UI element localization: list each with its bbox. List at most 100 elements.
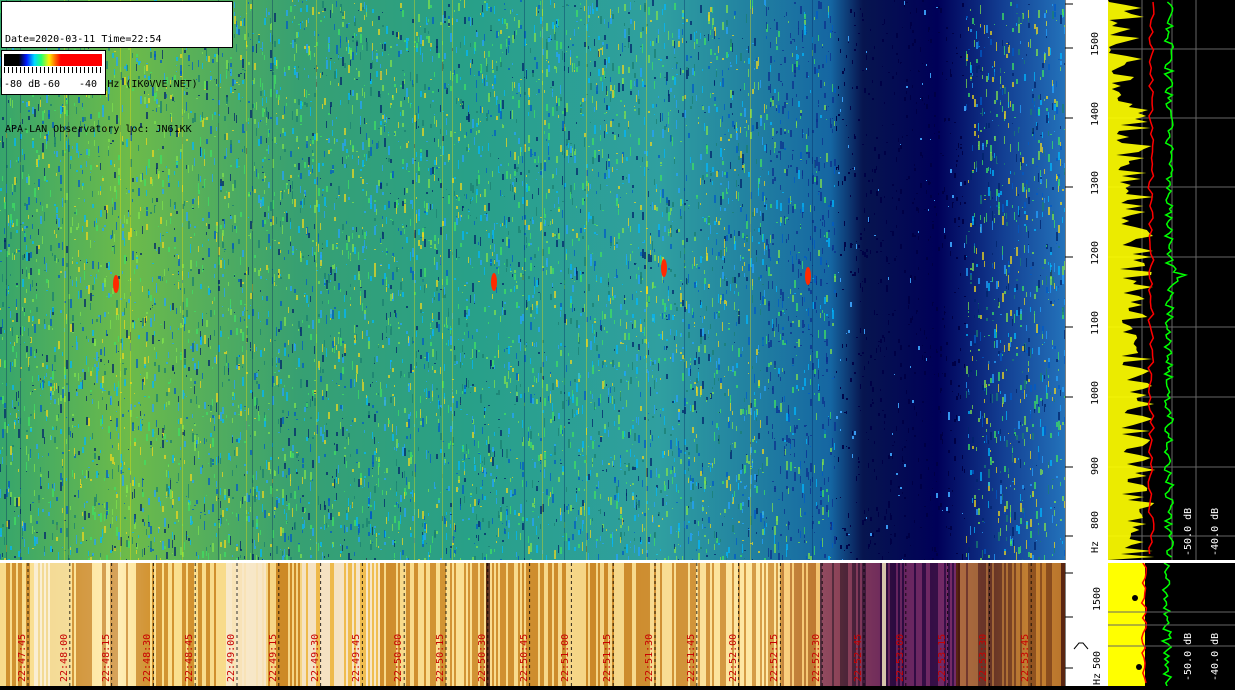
spectrogram-pixel <box>12 327 13 336</box>
spectrogram-pixel <box>178 328 179 330</box>
spectrogram-pixel <box>488 233 490 238</box>
spectrogram-pixel <box>438 178 439 181</box>
spectrogram-pixel <box>404 204 406 213</box>
spectrogram-pixel <box>388 118 390 119</box>
spectrogram-pixel <box>310 399 311 407</box>
spectrogram-pixel <box>454 553 455 557</box>
spectrogram-pixel <box>90 176 91 181</box>
spectrogram-pixel <box>280 277 282 279</box>
spectrogram-pixel <box>396 347 397 353</box>
spectrogram-pixel <box>236 357 238 366</box>
spectrogram-pixel <box>10 362 11 369</box>
spectrogram-pixel <box>224 251 225 252</box>
spectrogram-pixel <box>402 278 403 281</box>
spectrogram-pixel <box>202 465 203 468</box>
spectrogram-pixel <box>504 263 505 265</box>
spectrogram-pixel <box>428 489 429 492</box>
spectrogram-pixel <box>364 211 366 213</box>
spectrogram-pixel <box>54 255 56 261</box>
spectrogram-pixel <box>500 512 502 521</box>
spectrogram-pixel <box>280 418 282 427</box>
spectrogram-pixel <box>50 245 52 251</box>
spectrogram-pixel <box>410 364 412 373</box>
spectrogram-pixel <box>282 115 284 119</box>
spectrogram-pixel <box>332 380 333 381</box>
spectrogram-pixel <box>546 139 547 141</box>
spectrogram-pixel <box>248 408 249 415</box>
main-spectrogram[interactable]: Date=2020-03-11 Time=22:54 Freq= 760...1… <box>0 0 1065 560</box>
spectrogram-pixel <box>244 556 245 559</box>
spectrogram-pixel <box>194 424 196 426</box>
spectrogram-pixel <box>348 498 349 506</box>
spectrogram-pixel <box>60 528 62 533</box>
spectrogram-pixel <box>482 354 484 358</box>
spectrogram-pixel <box>502 449 503 457</box>
spectrogram-pixel <box>108 474 109 477</box>
spectrogram-pixel <box>34 464 35 472</box>
spectrogram-pixel <box>270 117 272 119</box>
spectrogram-pixel <box>550 35 551 41</box>
spectrogram-pixel <box>52 364 53 371</box>
spectrogram-pixel <box>484 496 486 500</box>
spectrogram-pixel <box>24 308 25 312</box>
spectrogram-pixel <box>382 299 384 306</box>
spectrogram-pixel <box>358 527 359 528</box>
spectrogram-pixel <box>438 293 440 301</box>
spectrogram-pixel <box>478 251 480 258</box>
spectrogram-pixel <box>154 331 155 336</box>
spectrogram-pixel <box>216 393 218 402</box>
spectrogram-pixel <box>300 554 302 558</box>
spectrogram-pixel <box>276 546 278 554</box>
spectrogram-vertical-line <box>542 0 543 560</box>
spectrogram-pixel <box>342 57 344 66</box>
spectrogram-pixel <box>522 517 524 521</box>
spectrogram-pixel <box>314 31 315 36</box>
spectrogram-pixel <box>166 492 167 498</box>
spectrogram-pixel <box>388 284 389 288</box>
spectrogram-pixel <box>250 450 252 455</box>
spectrogram-pixel <box>540 454 542 460</box>
spectrogram-pixel <box>400 371 402 376</box>
spectrogram-pixel <box>400 507 401 512</box>
spectrogram-pixel <box>340 373 342 380</box>
spectrogram-pixel <box>184 288 185 294</box>
spectrogram-pixel <box>28 197 30 205</box>
spectrogram-pixel <box>280 250 281 253</box>
spectrogram-pixel <box>488 306 490 307</box>
spectrogram-pixel <box>350 60 351 66</box>
spectrogram-pixel <box>516 281 517 283</box>
spectrogram-pixel <box>146 210 148 211</box>
spectrogram-pixel <box>508 38 510 45</box>
spectrogram-pixel <box>402 81 404 89</box>
spectrogram-pixel <box>132 178 134 182</box>
spectrogram-pixel <box>302 320 303 323</box>
spectrogram-pixel <box>0 535 2 537</box>
spectrogram-pixel <box>516 385 517 391</box>
spectrogram-pixel <box>366 246 367 249</box>
spectrogram-pixel <box>426 524 427 533</box>
spectrogram-pixel <box>352 145 354 149</box>
spectrogram-pixel <box>356 227 357 232</box>
spectrogram-pixel <box>450 250 451 251</box>
spectrogram-pixel <box>26 226 28 228</box>
spectrogram-pixel <box>228 259 229 265</box>
spectrogram-pixel <box>478 175 480 184</box>
spectrogram-pixel <box>420 47 421 55</box>
spectrogram-pixel <box>378 466 379 475</box>
spectrogram-pixel <box>392 31 394 35</box>
spectrogram-pixel <box>204 521 205 530</box>
spectrogram-pixel <box>278 39 280 44</box>
spectrogram-pixel <box>74 448 75 456</box>
spectrogram-pixel <box>286 103 287 106</box>
spectrogram-pixel <box>178 282 179 289</box>
spectrogram-pixel <box>232 470 233 476</box>
spectrogram-pixel <box>322 1 324 8</box>
spectrogram-pixel <box>88 471 89 478</box>
spectrogram-pixel <box>304 162 306 168</box>
spectrogram-pixel <box>418 175 420 183</box>
spectrogram-pixel <box>534 462 536 468</box>
spectrogram-pixel <box>470 496 472 497</box>
spectrogram-pixel <box>374 263 376 268</box>
spectrogram-pixel <box>374 437 375 444</box>
spectrogram-pixel <box>290 218 291 222</box>
